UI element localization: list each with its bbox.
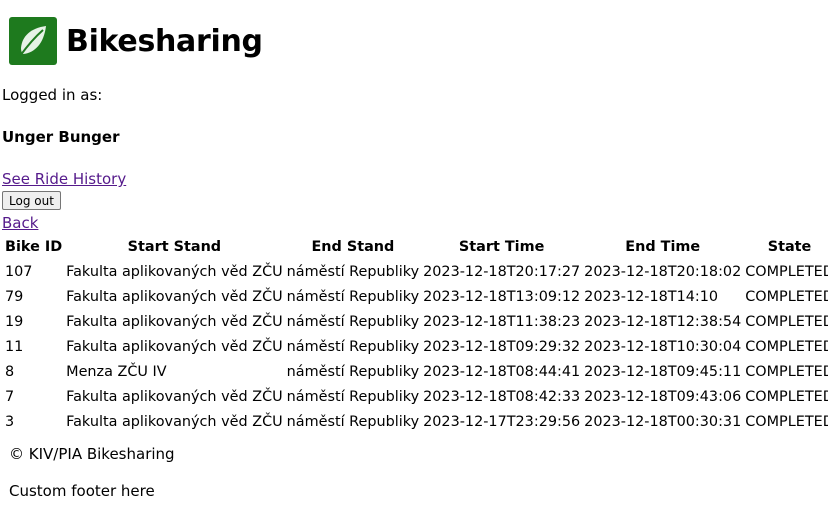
table-row: 8 Menza ZČU IV náměstí Republiky 2023-12…: [4, 359, 828, 384]
table-row: 107 Fakulta aplikovaných věd ZČU náměstí…: [4, 259, 828, 284]
cell-state: COMPLETED: [745, 313, 828, 330]
column-header-start-stand: Start Stand: [127, 238, 222, 255]
table-row: 79 Fakulta aplikovaných věd ZČU náměstí …: [4, 284, 828, 309]
cell-bike-id: 19: [5, 313, 24, 330]
column-header-state: State: [767, 238, 812, 255]
cell-start-time: 2023-12-18T09:29:32: [423, 338, 581, 355]
cell-state: COMPLETED: [745, 263, 828, 280]
cell-state: COMPLETED: [745, 288, 828, 305]
table-header-row: Bike ID Start Stand End Stand Start Time…: [4, 234, 828, 259]
leaf-icon: [9, 17, 57, 65]
cell-start-time: 2023-12-18T11:38:23: [423, 313, 581, 330]
header: Bikesharing: [9, 17, 263, 65]
cell-end-time: 2023-12-18T14:10: [584, 288, 719, 305]
back-link[interactable]: Back: [2, 214, 38, 232]
cell-end-stand: náměstí Republiky: [286, 388, 420, 405]
cell-bike-id: 11: [5, 338, 24, 355]
column-header-bike-id: Bike ID: [5, 238, 63, 255]
user-name: Unger Bunger: [2, 128, 120, 146]
column-header-start-time: Start Time: [458, 238, 545, 255]
cell-start-time: 2023-12-18T20:17:27: [423, 263, 581, 280]
footer-copyright: © KIV/PIA Bikesharing: [9, 445, 175, 463]
cell-start-time: 2023-12-18T08:42:33: [423, 388, 581, 405]
cell-start-stand: Menza ZČU IV: [66, 363, 167, 380]
column-header-end-time: End Time: [625, 238, 701, 255]
cell-end-time: 2023-12-18T10:30:04: [584, 338, 742, 355]
page: Bikesharing Logged in as: Unger Bunger S…: [2, 0, 828, 505]
cell-end-stand: náměstí Republiky: [286, 338, 420, 355]
cell-end-time: 2023-12-18T09:45:11: [584, 363, 742, 380]
cell-bike-id: 79: [5, 288, 24, 305]
footer-custom-text: Custom footer here: [9, 482, 155, 500]
brand-title: Bikesharing: [66, 23, 263, 59]
cell-end-stand: náměstí Republiky: [286, 363, 420, 380]
table-row: 11 Fakulta aplikovaných věd ZČU náměstí …: [4, 334, 828, 359]
cell-start-stand: Fakulta aplikovaných věd ZČU: [66, 388, 283, 405]
cell-start-stand: Fakulta aplikovaných věd ZČU: [66, 288, 283, 305]
logged-in-label: Logged in as:: [2, 86, 103, 104]
cell-end-stand: náměstí Republiky: [286, 288, 420, 305]
cell-start-stand: Fakulta aplikovaných věd ZČU: [66, 263, 283, 280]
cell-bike-id: 7: [5, 388, 15, 405]
cell-end-stand: náměstí Republiky: [286, 413, 420, 430]
ride-history-table: Bike ID Start Stand End Stand Start Time…: [2, 234, 828, 434]
cell-state: COMPLETED: [745, 413, 828, 430]
cell-end-stand: náměstí Republiky: [286, 313, 420, 330]
cell-start-time: 2023-12-18T13:09:12: [423, 288, 581, 305]
cell-state: COMPLETED: [745, 363, 828, 380]
cell-start-stand: Fakulta aplikovaných věd ZČU: [66, 338, 283, 355]
cell-start-time: 2023-12-17T23:29:56: [423, 413, 581, 430]
table-row: 19 Fakulta aplikovaných věd ZČU náměstí …: [4, 309, 828, 334]
cell-start-stand: Fakulta aplikovaných věd ZČU: [66, 413, 283, 430]
cell-bike-id: 8: [5, 363, 15, 380]
ride-history-link[interactable]: See Ride History: [2, 170, 126, 188]
cell-end-time: 2023-12-18T20:18:02: [584, 263, 742, 280]
cell-end-time: 2023-12-18T09:43:06: [584, 388, 742, 405]
table-row: 7 Fakulta aplikovaných věd ZČU náměstí R…: [4, 384, 828, 409]
cell-state: COMPLETED: [745, 388, 828, 405]
cell-end-time: 2023-12-18T00:30:31: [584, 413, 742, 430]
cell-bike-id: 3: [5, 413, 15, 430]
cell-start-time: 2023-12-18T08:44:41: [423, 363, 581, 380]
cell-bike-id: 107: [5, 263, 33, 280]
cell-end-stand: náměstí Republiky: [286, 263, 420, 280]
cell-start-stand: Fakulta aplikovaných věd ZČU: [66, 313, 283, 330]
cell-end-time: 2023-12-18T12:38:54: [584, 313, 742, 330]
column-header-end-stand: End Stand: [311, 238, 395, 255]
logout-button[interactable]: Log out: [2, 191, 61, 210]
table-row: 3 Fakulta aplikovaných věd ZČU náměstí R…: [4, 409, 828, 434]
cell-state: COMPLETED: [745, 338, 828, 355]
